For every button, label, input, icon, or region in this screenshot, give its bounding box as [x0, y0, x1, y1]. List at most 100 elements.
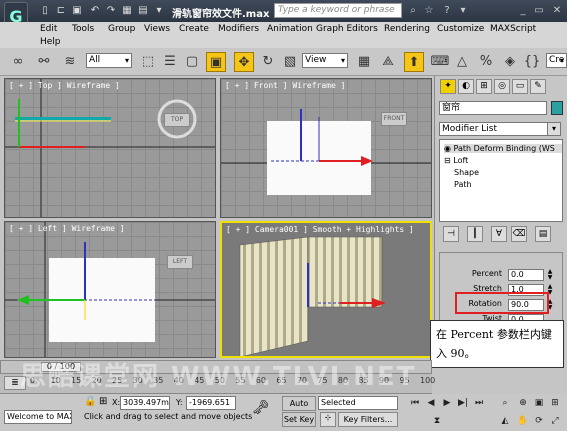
- select-rotate-icon[interactable]: ↻: [258, 52, 278, 72]
- window-crossing-icon[interactable]: ▣: [206, 52, 226, 72]
- stack-item[interactable]: ◉ Path Deform Binding (WS: [444, 144, 562, 153]
- menu-modifiers[interactable]: Modifiers: [218, 24, 259, 34]
- view-cube-front[interactable]: FRONT: [381, 112, 407, 126]
- collapse-icon[interactable]: ⊟: [444, 156, 451, 165]
- go-to-start-icon[interactable]: ⏮: [408, 396, 422, 410]
- lock-icon[interactable]: 🔒: [84, 396, 96, 408]
- select-by-name-icon[interactable]: ☰: [160, 52, 180, 72]
- object-color-swatch[interactable]: [551, 101, 563, 115]
- zoom-all-icon[interactable]: ⊕: [516, 396, 530, 410]
- menu-animation[interactable]: Animation: [267, 24, 313, 34]
- viewport-label[interactable]: [ + ] Camera001 ] Smooth + Highlights ]: [226, 225, 414, 234]
- view-cube-top[interactable]: TOP: [164, 113, 190, 127]
- menu-edit[interactable]: Edit: [40, 24, 57, 34]
- help-icon[interactable]: ?: [440, 4, 454, 18]
- open-icon[interactable]: ⊏: [54, 4, 68, 18]
- selection-filter-dropdown[interactable]: All: [86, 53, 132, 68]
- menu-group[interactable]: Group: [108, 24, 135, 34]
- percent-spinner-icon[interactable]: ▲ ▼: [546, 269, 554, 281]
- object-name-field[interactable]: 窗帘: [439, 101, 547, 115]
- edit-named-selection-icon[interactable]: {}: [522, 52, 542, 72]
- dropdown-icon[interactable]: ▾: [456, 4, 470, 18]
- menu-maxscript[interactable]: MAXScript: [490, 24, 536, 34]
- unlink-icon[interactable]: ⚯: [34, 52, 54, 72]
- hierarchy-tab-icon[interactable]: ⊞: [476, 79, 492, 94]
- menu-graph-editors[interactable]: Graph Editors: [316, 24, 378, 34]
- absolute-mode-icon[interactable]: ⊞: [99, 396, 111, 408]
- select-object-icon[interactable]: ⬚: [138, 52, 158, 72]
- select-scale-icon[interactable]: ▧: [280, 52, 300, 72]
- menu-help[interactable]: Help: [40, 37, 61, 47]
- angle-snap-icon[interactable]: △: [452, 52, 472, 72]
- bulb-icon[interactable]: ◉: [444, 144, 451, 153]
- link-icon[interactable]: ∞: [8, 52, 28, 72]
- set-key-button[interactable]: Set Key: [282, 412, 316, 427]
- menu-create[interactable]: Create: [179, 24, 209, 34]
- hold-icon[interactable]: ▦: [120, 4, 134, 18]
- previous-frame-icon[interactable]: ◀: [424, 396, 438, 410]
- select-manipulate-icon[interactable]: ⬆: [404, 52, 424, 72]
- default-tangent-icon[interactable]: ⊹: [320, 412, 336, 427]
- orbit-icon[interactable]: ⟳: [532, 414, 546, 428]
- chevron-down-icon[interactable]: ▾: [547, 122, 561, 136]
- key-mode-dropdown[interactable]: Selected: [318, 396, 398, 410]
- binoculars-icon[interactable]: ⌕: [406, 4, 420, 18]
- auto-key-button[interactable]: Auto Key: [282, 396, 316, 421]
- modifier-list-dropdown[interactable]: Modifier List: [439, 122, 553, 136]
- viewport-label[interactable]: [ + ] Top ] Wireframe ]: [9, 81, 120, 90]
- configure-modifier-sets-icon[interactable]: ▤: [535, 226, 551, 242]
- spinner-snap-icon[interactable]: ◈: [500, 52, 520, 72]
- play-icon[interactable]: ▶: [440, 396, 454, 410]
- zoom-extents-all-icon[interactable]: ⊞: [548, 396, 562, 410]
- new-icon[interactable]: ▯: [38, 4, 52, 18]
- viewport-camera[interactable]: [ + ] Camera001 ] Smooth + Highlights ]: [220, 221, 432, 358]
- stack-item[interactable]: Shape: [454, 168, 479, 177]
- select-move-icon[interactable]: ✥: [234, 52, 254, 72]
- field-of-view-icon[interactable]: ◭: [498, 414, 512, 428]
- pivot-center-icon[interactable]: ▦: [354, 52, 374, 72]
- maximize-viewport-icon[interactable]: ⤢: [548, 414, 562, 428]
- keyboard-shortcut-icon[interactable]: ⌨: [430, 52, 450, 72]
- percent-snap-icon[interactable]: %: [476, 52, 496, 72]
- y-coord-field[interactable]: -1969.651: [186, 396, 236, 410]
- view-cube-left[interactable]: LEFT: [167, 255, 193, 269]
- maxscript-listener-field[interactable]: Welcome to MAX!: [4, 410, 72, 424]
- pan-icon[interactable]: ✋: [516, 414, 530, 428]
- show-end-result-icon[interactable]: ┃: [467, 226, 483, 242]
- search-input[interactable]: Type a keyword or phrase: [274, 3, 402, 18]
- viewport-label[interactable]: [ + ] Left ] Wireframe ]: [9, 224, 125, 233]
- menu-customize[interactable]: Customize: [437, 24, 484, 34]
- pin-stack-icon[interactable]: ⊣: [443, 226, 459, 242]
- region-select-icon[interactable]: ▢: [182, 52, 202, 72]
- remove-modifier-icon[interactable]: ⌫: [511, 226, 527, 242]
- key-icon[interactable]: 🗝: [252, 400, 270, 416]
- viewport-left[interactable]: LEFT [ + ] Left ] Wireframe ]: [4, 221, 216, 358]
- modify-tab-icon[interactable]: ◐: [458, 79, 474, 94]
- named-selection-input[interactable]: Cre: [546, 53, 567, 68]
- next-frame-icon[interactable]: ▶|: [456, 396, 470, 410]
- viewport-front[interactable]: FRONT [ + ] Front ] Wireframe ]: [220, 78, 432, 218]
- stack-item[interactable]: ⊟ Loft: [444, 156, 468, 165]
- make-unique-icon[interactable]: ∀: [491, 226, 507, 242]
- fetch-icon[interactable]: ▤: [136, 4, 150, 18]
- display-tab-icon[interactable]: ▭: [512, 79, 528, 94]
- x-coord-field[interactable]: 3039.497m: [120, 396, 170, 410]
- minimize-icon[interactable]: _: [516, 4, 530, 18]
- viewport-top[interactable]: TOP [ + ] Top ] Wireframe ]: [4, 78, 216, 218]
- menu-rendering[interactable]: Rendering: [384, 24, 430, 34]
- go-to-end-icon[interactable]: ⏭: [472, 396, 486, 410]
- close-icon[interactable]: ✕: [550, 4, 564, 18]
- menu-views[interactable]: Views: [144, 24, 170, 34]
- utilities-tab-icon[interactable]: ✎: [530, 79, 546, 94]
- snap-icon[interactable]: ⟁: [378, 52, 398, 72]
- redo-icon[interactable]: ↷: [104, 4, 118, 18]
- stack-item[interactable]: Path: [454, 180, 472, 189]
- bind-space-warp-icon[interactable]: ≋: [60, 52, 80, 72]
- zoom-icon[interactable]: ⌕: [498, 396, 512, 410]
- save-icon[interactable]: ▣: [70, 4, 84, 18]
- time-config-icon[interactable]: ⧗: [430, 414, 444, 428]
- motion-tab-icon[interactable]: ◎: [494, 79, 510, 94]
- reference-coord-dropdown[interactable]: View: [302, 53, 348, 68]
- key-filters-button[interactable]: Key Filters...: [338, 412, 398, 427]
- dropdown-icon[interactable]: ▾: [152, 4, 166, 18]
